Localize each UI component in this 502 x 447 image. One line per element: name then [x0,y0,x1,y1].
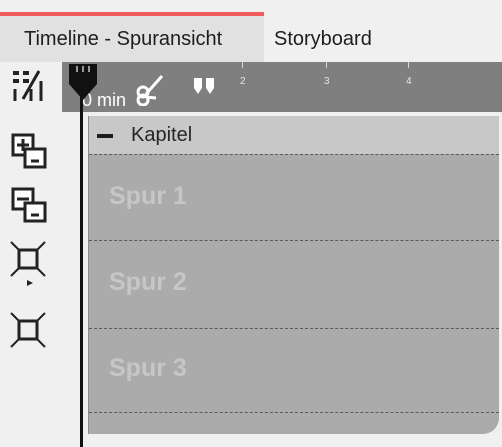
timeline-track-area[interactable]: Kapitel Spur 1 Spur 2 Spur 3 [62,112,502,447]
expand-icon [10,312,46,348]
chapter-container[interactable]: Kapitel Spur 1 Spur 2 Spur 3 [88,116,499,434]
ruler-tick [408,62,409,68]
collapse-button[interactable] [6,240,52,286]
tab-bar: Timeline - Spuransicht Storyboard [0,0,502,66]
ruler-tick-label: 2 [240,76,246,87]
add-track-button[interactable] [6,128,52,174]
time-ruler[interactable]: 2 3 4 0 min [62,62,502,112]
remove-track-button[interactable] [6,182,52,228]
chapter-label: Kapitel [131,124,193,146]
remove-track-icon [11,187,47,223]
ruler-tick-label: 3 [324,76,330,87]
track-label-1: Spur 1 [109,182,187,210]
scissors-icon[interactable] [136,66,166,106]
track-divider [89,412,499,413]
track-divider [89,154,499,155]
playhead-handle-icon[interactable] [67,62,103,102]
marker-icon[interactable] [192,76,216,96]
expand-button[interactable] [6,308,52,354]
collapse-chapter-icon[interactable] [97,134,113,138]
ruler-tick [326,62,327,68]
add-track-icon [11,133,47,169]
playhead-line[interactable] [80,70,83,447]
split-icon [13,70,43,101]
track-toolbar [0,62,63,447]
track-divider [89,328,499,329]
ruler-tick [242,62,243,68]
ruler-tick-label: 4 [406,76,412,87]
track-divider [89,240,499,241]
tab-storyboard[interactable]: Storyboard [274,28,372,51]
split-button[interactable] [6,62,52,108]
tab-timeline-label[interactable]: Timeline - Spuransicht [24,28,222,51]
collapse-icon [10,241,46,286]
track-label-3: Spur 3 [109,354,187,382]
track-label-2: Spur 2 [109,268,187,296]
chapter-header[interactable]: Kapitel [89,116,499,154]
